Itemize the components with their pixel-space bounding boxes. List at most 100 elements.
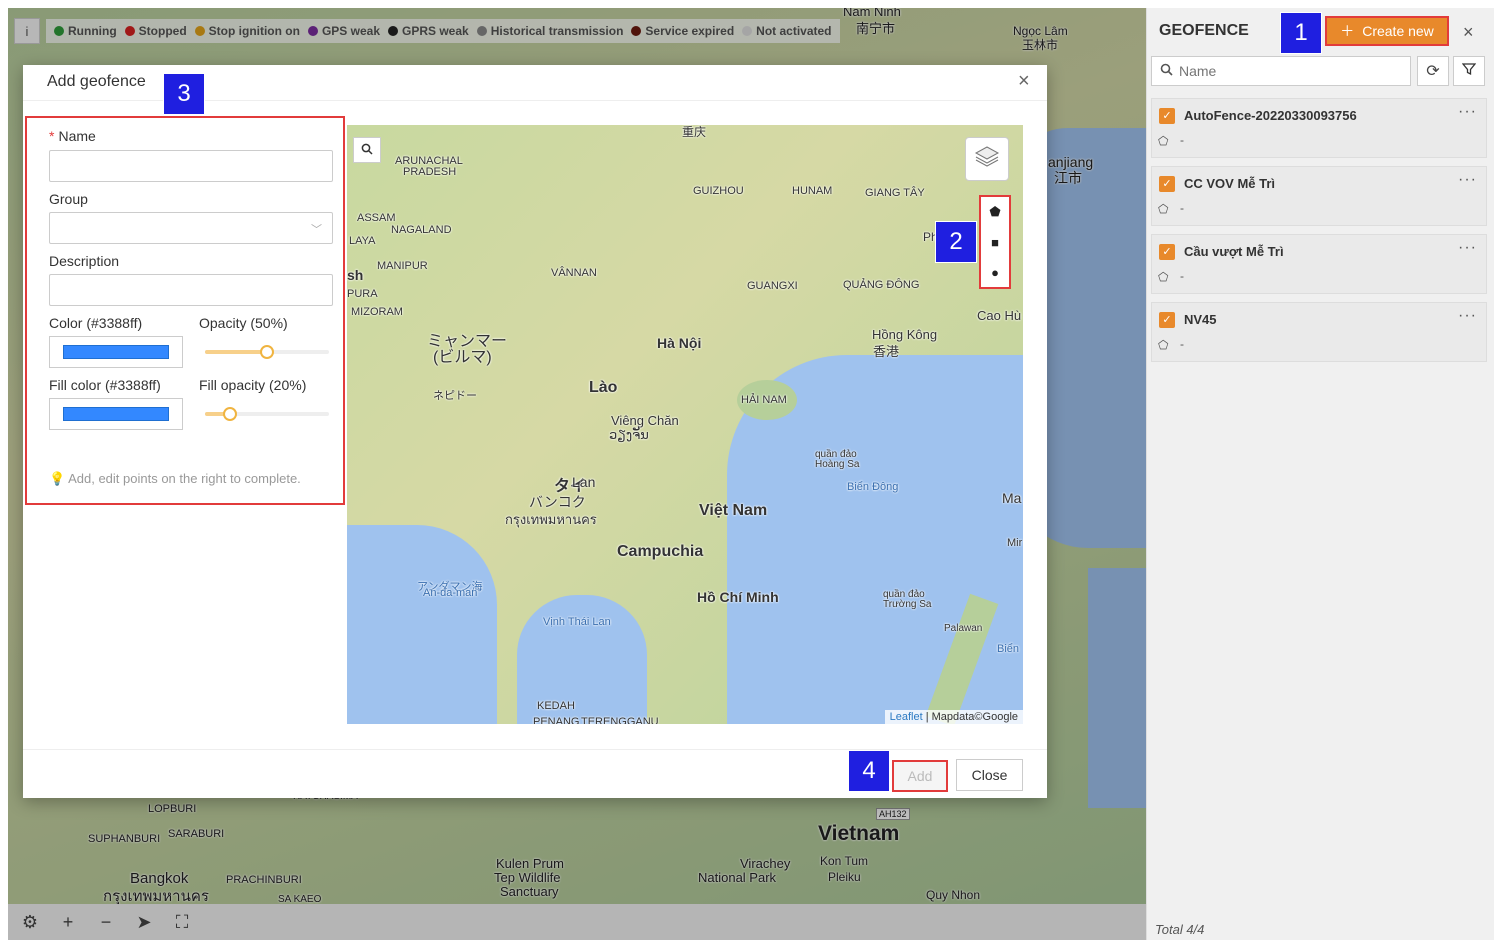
search-field[interactable]: [1151, 56, 1411, 86]
filter-button[interactable]: [1453, 56, 1485, 86]
map-label: LAYA: [349, 235, 376, 247]
map-label: sh: [347, 267, 364, 283]
checkbox[interactable]: ✓: [1159, 244, 1175, 260]
map-label: KEDAH: [537, 700, 575, 712]
fence-name: Cầu vượt Mễ Trì: [1184, 244, 1284, 259]
add-geofence-dialog: Add geofence × * Name Group ﹀ Description…: [23, 65, 1047, 798]
close-button[interactable]: Close: [956, 759, 1023, 791]
map-label: Hồ Chí Minh: [697, 589, 779, 605]
map-label: NAGALAND: [391, 224, 452, 236]
map-label: Hồng Kông: [872, 327, 938, 342]
filter-icon: [1461, 62, 1477, 81]
map-label: HẢI NAM: [741, 394, 787, 406]
list-item[interactable]: ✓ NV45 ··· ⬠ -: [1151, 302, 1487, 362]
polygon-icon: ⬠: [1158, 338, 1169, 352]
step-badge: 4: [849, 751, 889, 791]
fence-detail: -: [1180, 269, 1184, 283]
map-label: Palawan: [944, 623, 983, 634]
more-icon[interactable]: ···: [1458, 171, 1477, 189]
map-label: PRADESH: [403, 166, 457, 178]
required-mark: *: [49, 128, 55, 144]
fill-opacity-slider[interactable]: [205, 407, 329, 421]
map-label: PURA: [347, 288, 378, 300]
plus-icon: ＋: [1340, 23, 1355, 39]
refresh-button[interactable]: ⟳: [1417, 56, 1449, 86]
polygon-icon: ⬠: [1158, 270, 1169, 284]
map-label: MIZORAM: [351, 306, 403, 318]
checkbox[interactable]: ✓: [1159, 176, 1175, 192]
refresh-icon: ⟳: [1426, 63, 1440, 80]
geofence-map[interactable]: 重庆 ARUNACHAL PRADESH GUIZHOU HUNAM GIANG…: [347, 125, 1023, 724]
fence-detail: -: [1180, 201, 1184, 215]
map-label: Lào: [589, 379, 618, 396]
leaflet-link[interactable]: Leaflet: [890, 711, 923, 723]
geofence-form: * Name Group ﹀ Description Color (#3388ff…: [25, 116, 345, 505]
geofence-panel: GEOFENCE ＋ Create new × ⟳ ✓ AutoFence-20…: [1146, 8, 1494, 940]
description-input[interactable]: [49, 274, 333, 306]
map-label: Hà Nội: [657, 335, 702, 351]
close-icon[interactable]: ×: [1463, 22, 1474, 43]
polygon-icon[interactable]: ⬟: [989, 204, 1000, 220]
map-label: กรุงเทพมหานคร: [505, 512, 597, 527]
checkbox[interactable]: ✓: [1159, 312, 1175, 328]
group-select[interactable]: ﹀: [49, 212, 333, 244]
map-label: ネピドー: [433, 390, 477, 402]
step-badge: 3: [164, 74, 204, 114]
layers-icon: [974, 144, 1000, 174]
checkbox[interactable]: ✓: [1159, 108, 1175, 124]
hint-text: Add, edit points on the right to complet…: [68, 471, 301, 486]
map-label: GIANG TÂY: [865, 187, 925, 199]
map-label: Việt Nam: [699, 502, 768, 519]
create-new-button[interactable]: ＋ Create new: [1325, 16, 1449, 46]
map-label: An-da-man: [423, 587, 478, 599]
step-badge: 1: [1281, 13, 1321, 53]
add-button[interactable]: Add: [892, 760, 948, 792]
map-search-button[interactable]: [353, 137, 381, 163]
polygon-icon: ⬠: [1158, 134, 1169, 148]
list-item[interactable]: ✓ Cầu vượt Mễ Trì ··· ⬠ -: [1151, 234, 1487, 294]
map-label: Campuchia: [617, 543, 704, 560]
close-icon[interactable]: ×: [1018, 70, 1030, 93]
map-label: GUIZHOU: [693, 185, 744, 197]
map-label: PENANG: [533, 716, 580, 724]
description-label: Description: [49, 253, 120, 269]
map-label: Biển: [997, 643, 1020, 655]
map-label: Vịnh Thái Lan: [543, 616, 611, 628]
list-item[interactable]: ✓ AutoFence-20220330093756 ··· ⬠ -: [1151, 98, 1487, 158]
slider-handle[interactable]: [260, 345, 274, 359]
fence-name: AutoFence-20220330093756: [1184, 108, 1357, 123]
map-label: Lan: [572, 474, 596, 490]
circle-icon[interactable]: ●: [991, 265, 999, 280]
name-input[interactable]: [49, 150, 333, 182]
map-label: ວຽງຈັນ: [609, 427, 649, 442]
map-label: GUANGXI: [747, 280, 798, 292]
map-label: quần đảo Hoàng Sa: [815, 449, 860, 470]
dialog-title: Add geofence: [47, 73, 146, 90]
more-icon[interactable]: ···: [1458, 307, 1477, 325]
rectangle-icon[interactable]: ■: [991, 235, 999, 250]
search-icon: [361, 143, 373, 158]
opacity-slider[interactable]: [205, 345, 329, 359]
map-label: Viêng Chăn: [611, 413, 679, 428]
panel-title: GEOFENCE: [1159, 22, 1249, 39]
fill-color-picker[interactable]: [49, 398, 183, 430]
more-icon[interactable]: ···: [1458, 239, 1477, 257]
fence-name: NV45: [1184, 312, 1217, 327]
list-item[interactable]: ✓ CC VOV Mễ Trì ··· ⬠ -: [1151, 166, 1487, 226]
draw-toolbar: ⬟ ■ ●: [979, 195, 1011, 289]
fence-detail: -: [1180, 133, 1184, 147]
slider-fill: [205, 350, 267, 354]
color-swatch: [63, 345, 169, 359]
step-badge: 2: [936, 222, 976, 262]
map-label: Cao Hù: [977, 308, 1022, 323]
map-label: quần đảo Trường Sa: [883, 589, 932, 610]
more-icon[interactable]: ···: [1458, 103, 1477, 121]
search-input[interactable]: [1179, 63, 1379, 79]
create-new-label: Create new: [1362, 23, 1434, 39]
layers-button[interactable]: [965, 137, 1009, 181]
map-label: Biển Đông: [847, 481, 899, 493]
slider-handle[interactable]: [223, 407, 237, 421]
attribution-text: | Mapdata©Google: [925, 711, 1018, 723]
map-label: QUẢNG ĐÔNG: [843, 279, 920, 291]
color-picker[interactable]: [49, 336, 183, 368]
